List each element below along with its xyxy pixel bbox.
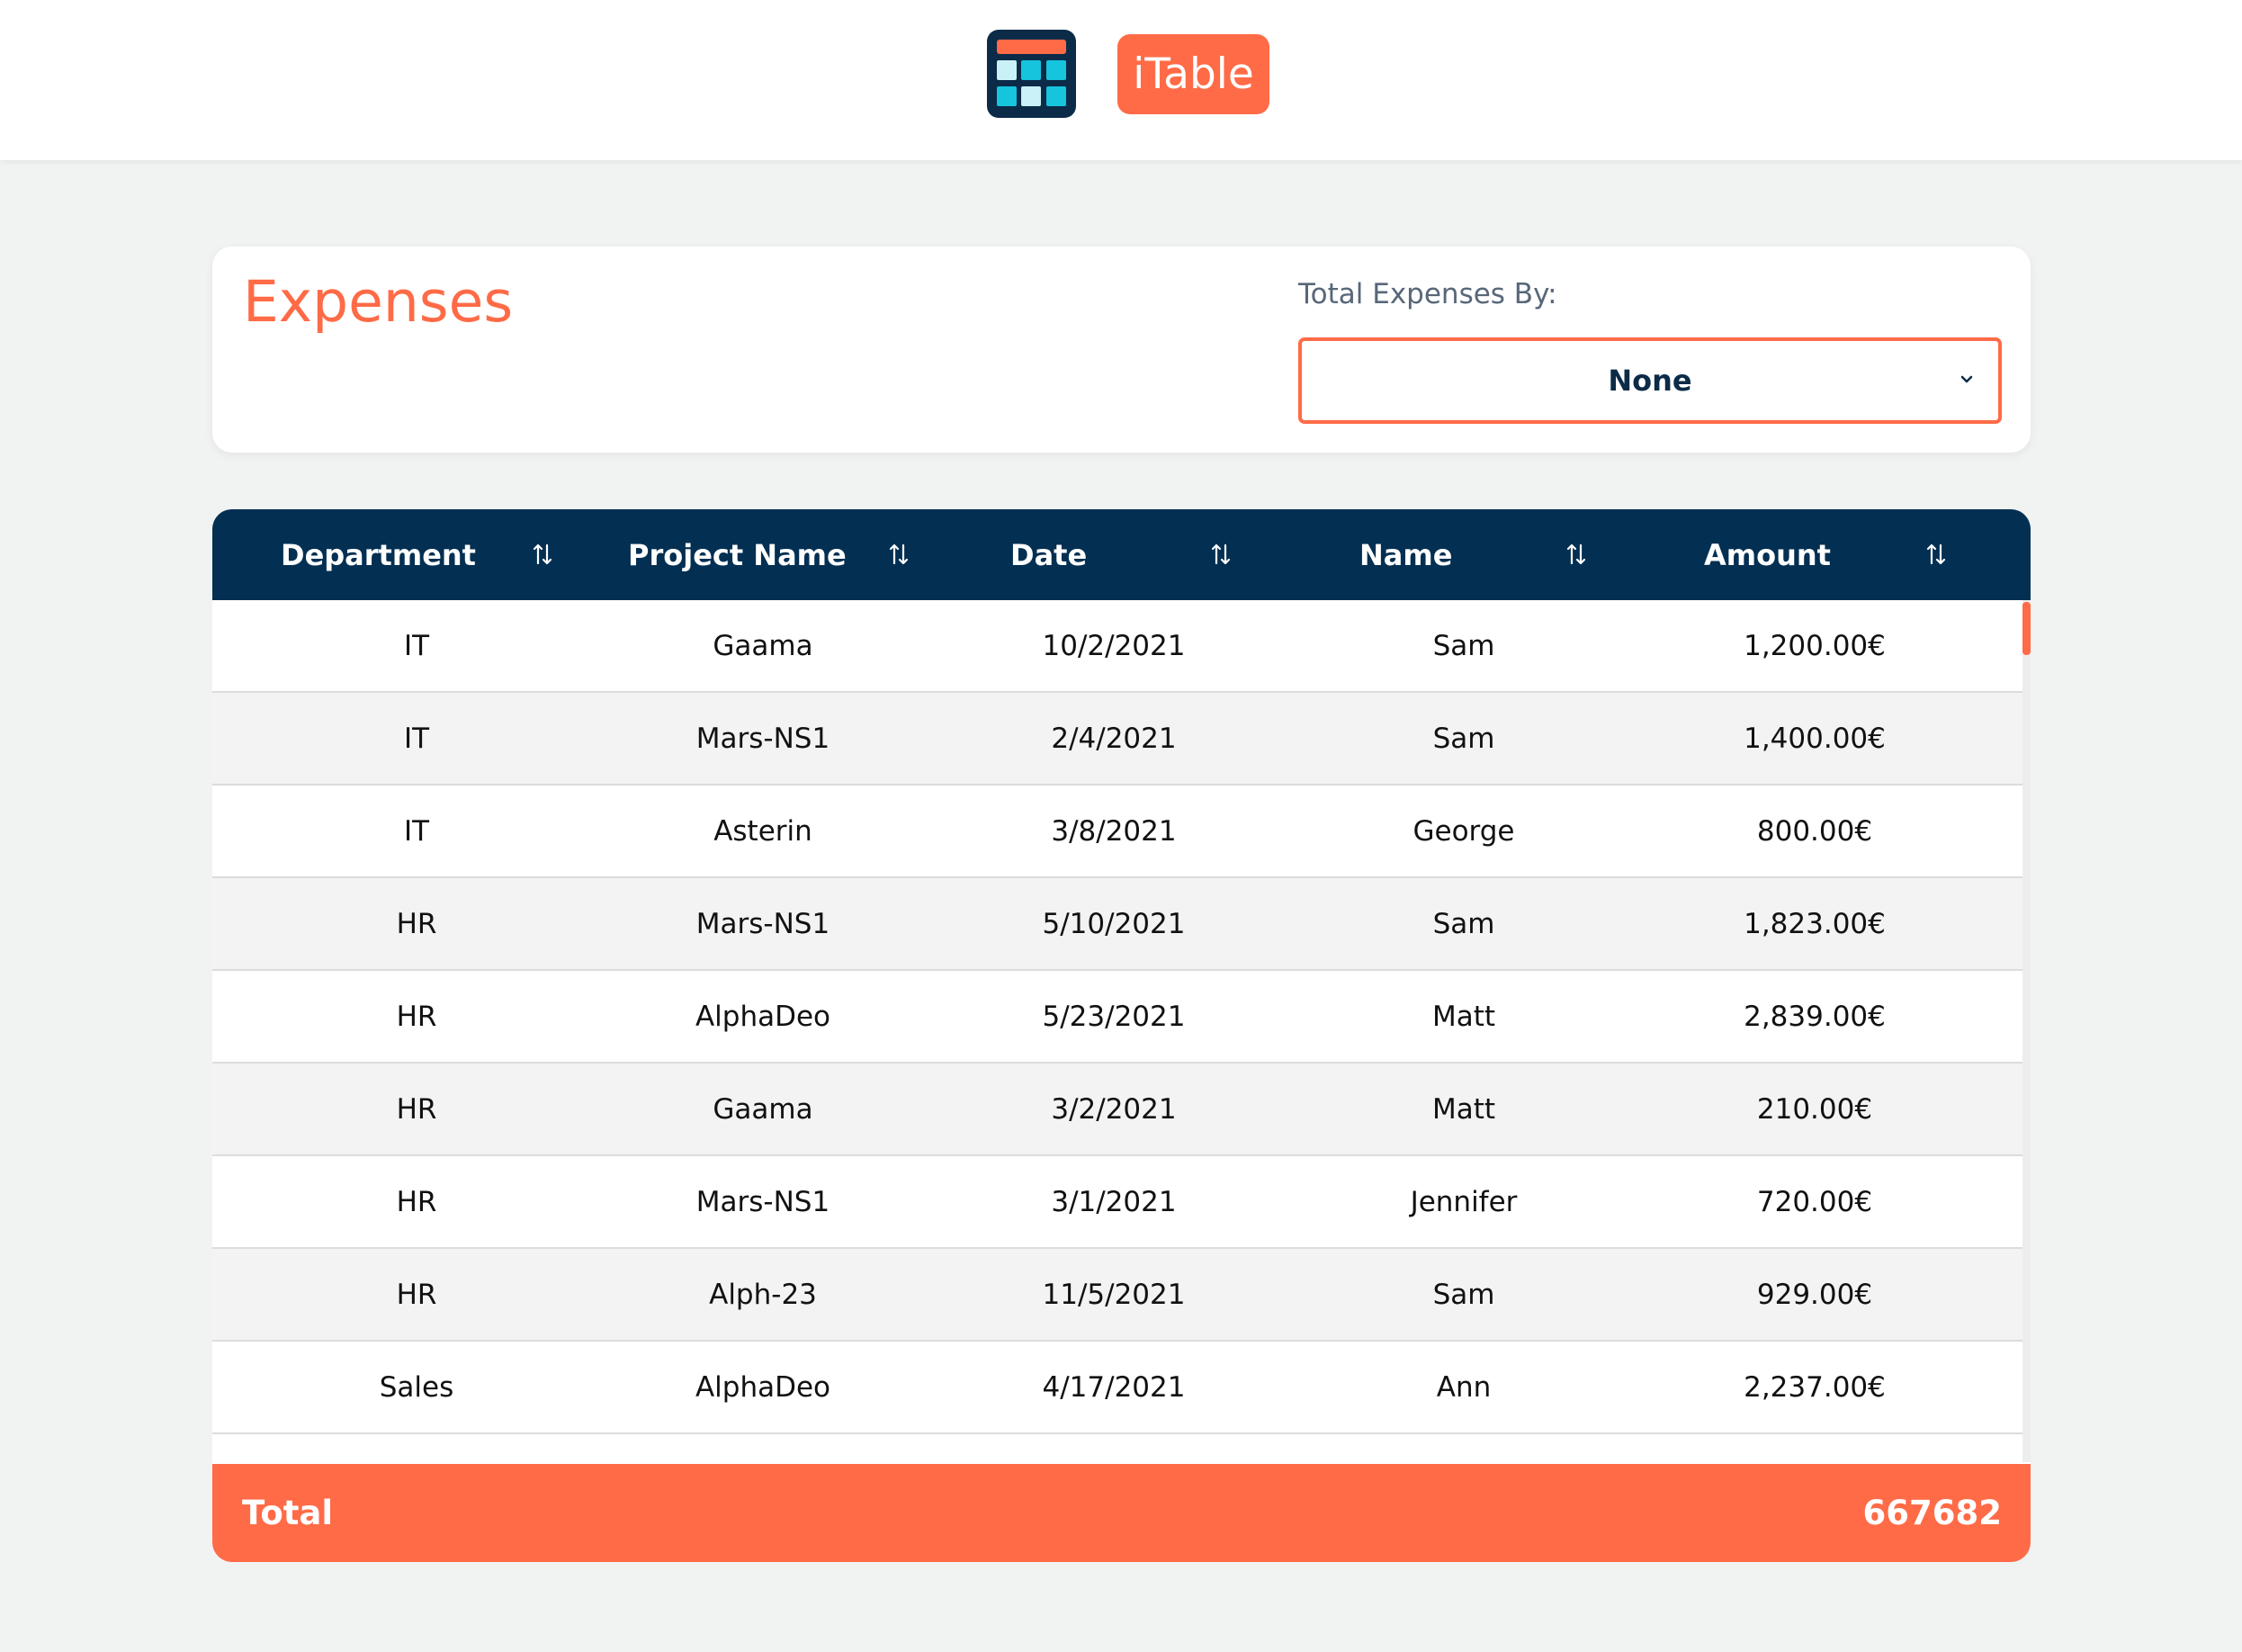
top-bar: iTable [0,0,2242,160]
cell-name: Sam [1432,722,1495,755]
cell-name: Jennifer [1410,1185,1518,1218]
cell-department: IT [403,814,430,848]
cell-department: HR [396,1278,437,1311]
cell-amount: 1,400.00€ [1744,722,1886,755]
table-row[interactable]: IT Asterin 3/8/2021 George 800.00€ [212,786,2022,878]
column-header-department[interactable]: Department [281,509,476,600]
cell-date: 3/8/2021 [1051,814,1177,848]
total-value: 667682 [1862,1494,2002,1532]
cell-project: Mars-NS1 [695,1185,830,1218]
cell-date: 5/23/2021 [1042,1000,1186,1033]
cell-department: HR [396,1000,437,1033]
cell-amount: 929.00€ [1756,1278,1873,1311]
cell-name: Matt [1431,1092,1496,1126]
cell-amount: 720.00€ [1756,1185,1873,1218]
cell-date: 3/1/2021 [1051,1185,1177,1218]
cell-project: Alph-23 [709,1278,817,1311]
column-header-amount[interactable]: Amount [1704,509,1831,600]
cell-project: AlphaDeo [695,1370,831,1404]
table-row[interactable]: HR AlphaDeo 5/23/2021 Matt 2,839.00€ [212,971,2022,1064]
cell-amount: 2,839.00€ [1744,1000,1886,1033]
cell-name: Ann [1436,1370,1492,1404]
page-title: Expenses [243,269,514,335]
scrollbar-thumb[interactable] [2022,602,2031,655]
table-footer: Total 667682 [212,1464,2031,1562]
select-value: None [1608,364,1692,398]
cell-date: 10/2/2021 [1042,629,1186,662]
cell-name: George [1412,814,1515,848]
cell-department: IT [403,629,430,662]
column-header-name[interactable]: Name [1359,509,1452,600]
brand-logo[interactable]: iTable [1117,34,1269,114]
expenses-card: Expenses Total Expenses By: None [212,247,2031,453]
cell-name: Matt [1431,1000,1496,1033]
expenses-table: Department Project Name Date Name Amount… [212,509,2031,1562]
table-row[interactable]: HR Gaama 3/2/2021 Matt 210.00€ [212,1064,2022,1156]
cell-date: 4/17/2021 [1042,1370,1186,1404]
table-body: IT Gaama 10/2/2021 Sam 1,200.00€ IT Mars… [212,600,2022,1462]
sort-icon[interactable] [532,542,553,567]
cell-name: Sam [1432,1278,1495,1311]
total-expenses-label: Total Expenses By: [1298,278,1557,310]
total-label: Total [242,1494,334,1532]
cell-department: Sales [379,1370,454,1404]
cell-department: HR [396,1092,437,1126]
cell-date: 2/4/2021 [1051,722,1177,755]
cell-department: IT [403,722,430,755]
table-row[interactable]: IT Mars-NS1 2/4/2021 Sam 1,400.00€ [212,693,2022,786]
cell-name: Sam [1432,629,1495,662]
table-header: Department Project Name Date Name Amount [212,509,2031,600]
cell-project: Gaama [713,629,813,662]
table-row[interactable]: HR Mars-NS1 3/1/2021 Jennifer 720.00€ [212,1156,2022,1249]
cell-date: 5/10/2021 [1042,907,1186,940]
column-header-date[interactable]: Date [1010,509,1087,600]
table-row[interactable]: HR Mars-NS1 5/10/2021 Sam 1,823.00€ [212,878,2022,971]
cell-project: Asterin [713,814,812,848]
sort-icon[interactable] [1210,542,1232,567]
total-expenses-select[interactable]: None [1298,337,2002,424]
chevron-down-icon [1960,375,1973,383]
cell-department: HR [396,907,437,940]
table-icon [987,30,1076,118]
sort-icon[interactable] [1565,542,1587,567]
cell-name: Sam [1432,907,1495,940]
table-row[interactable]: Sales AlphaDeo 4/17/2021 Ann 2,237.00€ [212,1342,2022,1434]
cell-date: 11/5/2021 [1042,1278,1186,1311]
table-row[interactable]: IT Gaama 10/2/2021 Sam 1,200.00€ [212,600,2022,693]
cell-project: Mars-NS1 [695,722,830,755]
column-header-project-name[interactable]: Project Name [628,509,847,600]
cell-amount: 2,237.00€ [1744,1370,1886,1404]
cell-amount: 800.00€ [1756,814,1873,848]
cell-project: Mars-NS1 [695,907,830,940]
cell-amount: 210.00€ [1756,1092,1873,1126]
cell-amount: 1,823.00€ [1744,907,1886,940]
table-row[interactable]: HR Alph-23 11/5/2021 Sam 929.00€ [212,1249,2022,1342]
sort-icon[interactable] [888,542,910,567]
cell-date: 3/2/2021 [1051,1092,1177,1126]
sort-icon[interactable] [1925,542,1947,567]
cell-amount: 1,200.00€ [1744,629,1886,662]
cell-project: AlphaDeo [695,1000,831,1033]
cell-project: Gaama [713,1092,813,1126]
table-scrollbar[interactable] [2022,600,2031,1462]
cell-department: HR [396,1185,437,1218]
